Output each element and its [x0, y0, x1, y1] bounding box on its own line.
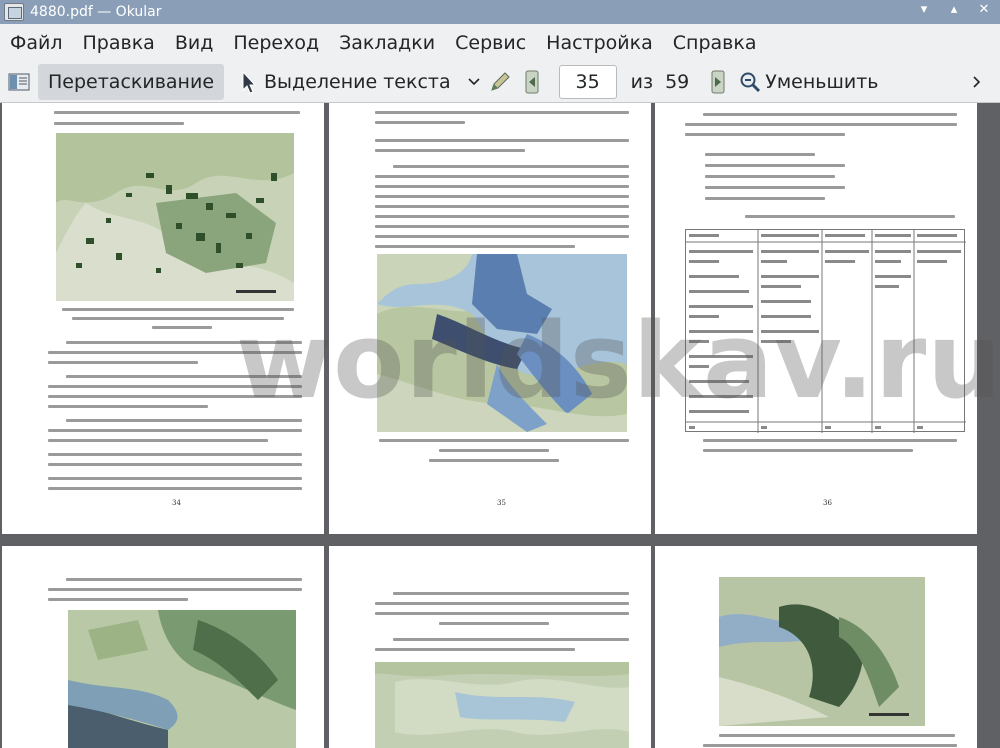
menu-bookmarks[interactable]: Закладки — [339, 32, 435, 54]
menu-tools[interactable]: Сервис — [455, 32, 526, 54]
menu-view[interactable]: Вид — [175, 32, 214, 54]
minimize-icon[interactable]: ▾ — [916, 2, 932, 17]
greenery-provision-map-figure-14 — [377, 254, 627, 432]
document-view[interactable]: 34 35 36 — [0, 103, 1000, 748]
page-number-label: 35 — [497, 499, 506, 507]
okular-app-icon — [4, 3, 24, 21]
text-select-cursor-icon — [236, 69, 262, 95]
annotations-pen-icon[interactable] — [487, 69, 513, 95]
zoom-out-button[interactable]: Уменьшить — [765, 64, 888, 100]
title-bar: 4880.pdf — Okular ▾ ▴ ✕ — [0, 0, 1000, 24]
pdf-page-35: 35 — [329, 103, 651, 534]
pdf-page-37 — [2, 546, 324, 748]
maximize-icon[interactable]: ▴ — [946, 2, 962, 17]
pdf-page-39 — [655, 546, 977, 748]
page-number-label: 34 — [172, 499, 181, 507]
greenery-provision-table — [685, 229, 966, 433]
okular-window: { "window": { "title": "4880.pdf — Okula… — [0, 0, 1000, 748]
page-number-input[interactable]: 35 — [558, 64, 617, 99]
zoom-out-icon[interactable] — [737, 69, 763, 95]
close-icon[interactable]: ✕ — [976, 2, 992, 17]
total-pages-label: 59 — [665, 70, 690, 93]
main-toolbar: Перетаскивание Выделение текста 35 из 59… — [0, 61, 1000, 103]
page-of-label: из — [630, 70, 654, 93]
pdf-page-38 — [329, 546, 651, 748]
greenery-map-figure-15 — [68, 610, 296, 748]
toolbar-overflow-chevron-icon[interactable] — [964, 69, 990, 95]
pdf-page-34: 34 — [2, 103, 324, 534]
pdf-page-36: 36 — [655, 103, 977, 534]
menu-bar: Файл Правка Вид Переход Закладки Сервис … — [0, 24, 1000, 61]
menu-go[interactable]: Переход — [233, 32, 319, 54]
text-selection-button[interactable]: Выделение текста — [262, 64, 461, 100]
next-page-icon[interactable] — [705, 69, 731, 95]
menu-edit[interactable]: Правка — [83, 32, 155, 54]
drag-mode-button[interactable]: Перетаскивание — [38, 63, 225, 100]
greenery-map-figure-13 — [56, 133, 294, 301]
page-number-label: 36 — [823, 499, 832, 507]
menu-settings[interactable]: Настройка — [546, 32, 653, 54]
previous-page-icon[interactable] — [519, 69, 545, 95]
window-title: 4880.pdf — Okular — [30, 4, 162, 20]
chevron-down-icon[interactable] — [461, 69, 487, 95]
menu-file[interactable]: Файл — [10, 32, 63, 54]
sidebar-toggle-icon[interactable] — [6, 69, 32, 95]
greenery-map-figure-18 — [719, 577, 925, 726]
menu-help[interactable]: Справка — [673, 32, 757, 54]
map-figure-17 — [375, 662, 629, 748]
